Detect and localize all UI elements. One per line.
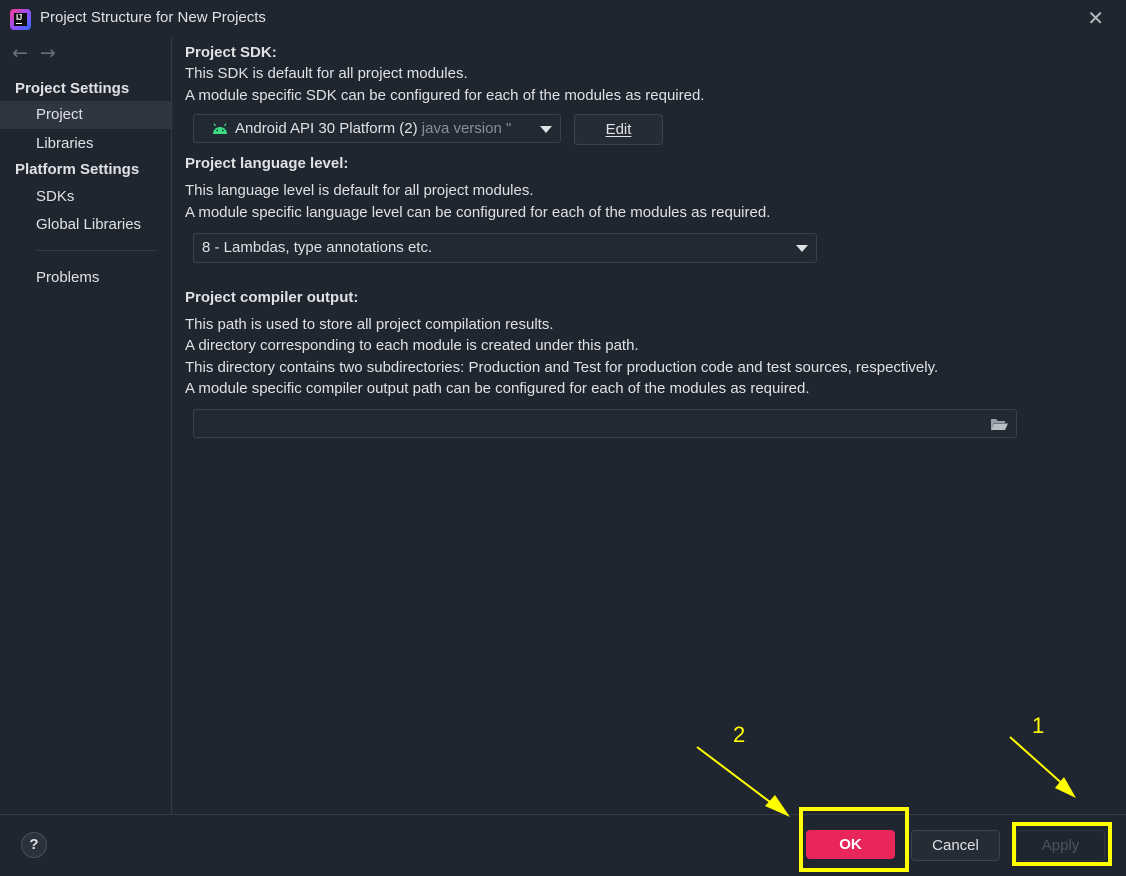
title-bar: IJ Project Structure for New Projects ✕ — [0, 0, 1126, 38]
sdk-selected-name: Android API 30 Platform (2) — [235, 120, 418, 137]
apply-highlight-box — [1012, 822, 1112, 866]
footer-divider — [0, 814, 1126, 815]
window-title: Project Structure for New Projects — [40, 9, 266, 26]
sdk-section-title: Project SDK: — [185, 44, 277, 61]
sdk-dropdown[interactable]: Android API 30 Platform (2) java version… — [193, 114, 561, 143]
chevron-down-icon — [540, 126, 552, 133]
compiler-output-title: Project compiler output: — [185, 289, 359, 306]
sidebar-divider — [36, 250, 158, 251]
step-2-label: 2 — [733, 722, 746, 747]
project-settings-header: Project Settings — [15, 80, 130, 97]
close-icon[interactable]: ✕ — [1087, 8, 1104, 28]
language-level-value: 8 - Lambdas, type annotations etc. — [202, 239, 433, 256]
sidebar-item-problems[interactable]: Problems — [0, 264, 171, 292]
sidebar-item-sdks[interactable]: SDKs — [0, 183, 171, 211]
language-level-description-1: This language level is default for all p… — [185, 182, 534, 199]
language-level-title: Project language level: — [185, 155, 349, 172]
sdk-description-1: This SDK is default for all project modu… — [185, 65, 468, 82]
sidebar: ← → Project Settings Project Libraries Pl… — [0, 38, 172, 814]
ok-highlight-box — [799, 807, 909, 872]
intellij-app-icon: IJ — [10, 9, 31, 30]
arrow-head-apply — [1055, 777, 1076, 798]
cancel-button[interactable]: Cancel — [911, 830, 1000, 861]
sdk-selected-detail: java version " — [421, 120, 512, 137]
nav-arrows: ← → — [12, 42, 68, 64]
language-level-description-2: A module specific language level can be … — [185, 204, 771, 221]
compiler-output-description-2: A directory corresponding to each module… — [185, 337, 639, 354]
compiler-output-description-1: This path is used to store all project c… — [185, 316, 554, 333]
sidebar-item-libraries[interactable]: Libraries — [0, 130, 171, 158]
sdk-description-2: A module specific SDK can be configured … — [185, 87, 705, 104]
platform-settings-header: Platform Settings — [15, 161, 140, 178]
android-icon — [213, 123, 227, 134]
forward-arrow-icon[interactable]: → — [40, 42, 56, 64]
arrow-to-ok — [696, 746, 779, 809]
folder-open-icon[interactable] — [990, 417, 1009, 431]
sidebar-item-global-libraries[interactable]: Global Libraries — [0, 211, 171, 239]
compiler-output-description-4: A module specific compiler output path c… — [185, 380, 810, 397]
step-1-label: 1 — [1032, 713, 1045, 738]
back-arrow-icon[interactable]: ← — [12, 42, 28, 64]
sidebar-item-project[interactable]: Project — [0, 101, 171, 129]
edit-button-label: Edit — [605, 121, 632, 138]
edit-sdk-button[interactable]: Edit — [574, 114, 663, 145]
compiler-output-description-3: This directory contains two subdirectori… — [185, 359, 939, 376]
arrow-to-apply — [1009, 736, 1067, 788]
language-level-dropdown[interactable]: 8 - Lambdas, type annotations etc. — [193, 233, 817, 263]
compiler-output-path-field[interactable] — [193, 409, 1017, 438]
chevron-down-icon — [796, 245, 808, 252]
help-button[interactable]: ? — [21, 832, 47, 858]
